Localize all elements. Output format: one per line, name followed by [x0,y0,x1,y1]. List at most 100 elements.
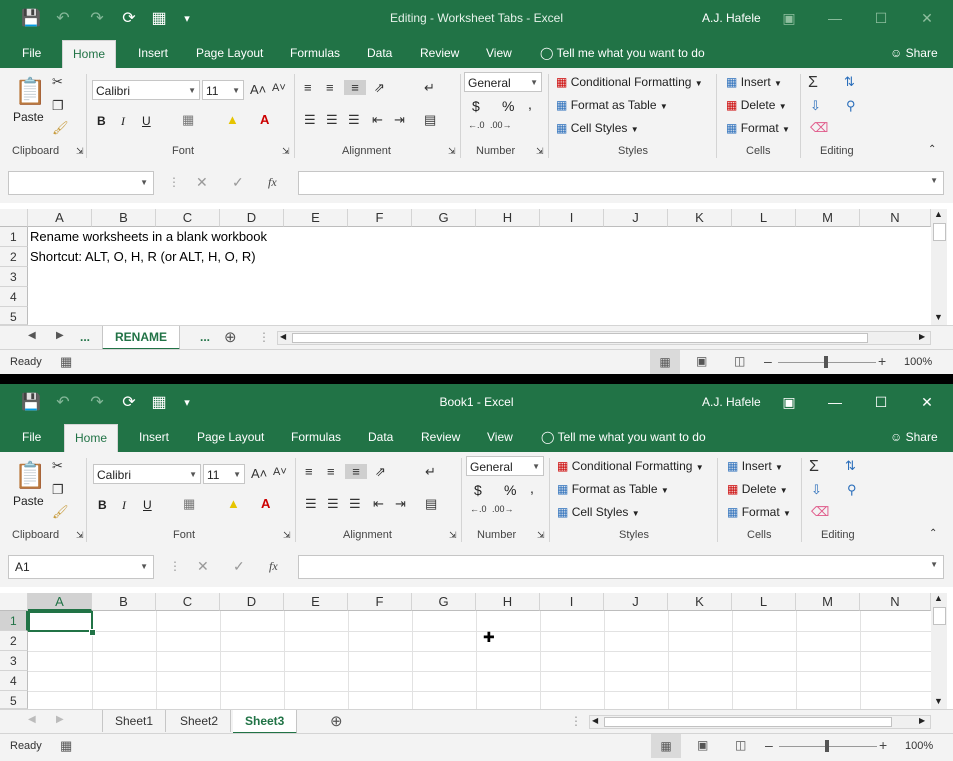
align-bottom-icon[interactable]: ≡ [344,80,366,95]
scroll-down-icon[interactable]: ▼ [934,312,943,322]
autosum-icon[interactable]: Σ [809,458,819,476]
column-header[interactable]: G [412,209,476,227]
tell-me-search[interactable]: ◯ Tell me what you want to do [530,38,715,68]
zoom-out-button[interactable]: – [765,737,773,753]
row-header[interactable]: 3 [0,651,28,671]
font-size-select[interactable]: 11 ▼ [202,80,244,100]
row-header[interactable]: 4 [0,671,28,691]
share-button[interactable]: ☺ Share [880,38,948,68]
tab-formulas[interactable]: Formulas [281,422,351,452]
font-name-select[interactable]: Calibri ▼ [93,464,201,484]
underline-button[interactable]: U [142,114,151,128]
borders-icon[interactable]: ▦ [182,112,194,128]
fill-color-icon[interactable]: ▲ [227,496,240,511]
font-size-select[interactable]: 11 ▼ [203,464,245,484]
formula-input[interactable]: ▼ [298,171,944,195]
autosum-icon[interactable]: Σ [808,74,818,92]
cut-icon[interactable]: ✂ [52,74,63,90]
copy-icon[interactable]: ❐ [52,98,64,114]
zoom-in-button[interactable]: + [878,353,886,369]
borders-icon[interactable]: ▦ [183,496,195,512]
maximize-icon[interactable]: ☐ [866,6,896,30]
insert-function-button[interactable]: fx [268,175,277,190]
wrap-text-icon[interactable]: ↵ [425,464,436,480]
close-icon[interactable]: ✕ [912,390,942,414]
page-break-view-icon[interactable]: ◫ [734,354,745,368]
column-header[interactable]: N [860,593,931,611]
format-as-table-button[interactable]: ▦ Format as Table ▼ [557,482,669,496]
vertical-scrollbar[interactable]: ▲ ▼ [931,209,947,325]
scroll-thumb[interactable] [292,333,868,343]
collapse-ribbon-icon[interactable]: ⌃ [929,528,937,539]
formula-input[interactable]: ▼ [298,555,944,579]
align-center-icon[interactable]: ☰ [327,496,339,512]
scroll-up-icon[interactable]: ▲ [934,209,943,219]
tab-review[interactable]: Review [410,38,469,68]
scroll-up-icon[interactable]: ▲ [934,593,943,603]
dialog-launcher-icon[interactable]: ⇲ [449,530,457,541]
zoom-level[interactable]: 100% [905,740,933,752]
normal-view-icon[interactable]: ▦ [650,350,680,374]
decrease-font-icon[interactable]: A˅ [273,466,287,478]
underline-button[interactable]: U [143,498,152,512]
column-header[interactable]: A [28,209,92,227]
cell-styles-button[interactable]: ▦ Cell Styles ▼ [557,505,640,519]
tab-file[interactable]: File [12,38,51,68]
ribbon-display-icon[interactable]: ▣ [774,6,804,30]
column-header[interactable]: A [28,593,92,611]
sheet-tab-rename[interactable]: RENAME [102,326,181,350]
paste-button[interactable]: Paste [13,110,44,124]
tab-file[interactable]: File [12,422,51,452]
share-button[interactable]: ☺ Share [880,422,948,452]
increase-indent-icon[interactable]: ⇥ [395,496,406,512]
comma-button[interactable]: , [528,96,532,112]
fill-color-icon[interactable]: ▲ [226,112,239,127]
cancel-entry-icon[interactable]: ✕ [196,174,208,191]
tab-formulas[interactable]: Formulas [280,38,350,68]
column-header[interactable]: E [284,209,348,227]
tab-insert[interactable]: Insert [129,422,179,452]
decrease-indent-icon[interactable]: ⇤ [372,112,383,128]
scroll-thumb[interactable] [933,223,946,241]
row-header[interactable]: 5 [0,307,28,325]
maximize-icon[interactable]: ☐ [866,390,896,414]
row-header[interactable]: 1 [0,611,28,631]
decrease-decimal-icon[interactable]: .00→ [492,504,514,514]
align-top-icon[interactable]: ≡ [304,80,312,95]
decrease-font-icon[interactable]: A˅ [272,82,286,94]
percent-button[interactable]: % [502,98,514,114]
fill-icon[interactable]: ⇩ [810,98,821,114]
column-header[interactable]: G [412,593,476,611]
fill-icon[interactable]: ⇩ [811,482,822,498]
clear-icon[interactable]: ⌫ [811,504,829,520]
insert-cells-button[interactable]: ▦ Insert ▼ [727,459,783,473]
active-cell-a1[interactable] [28,611,93,632]
align-right-icon[interactable]: ☰ [349,496,361,512]
bold-button[interactable]: B [97,114,106,128]
paste-icon[interactable]: 📋 [14,460,46,491]
macro-record-icon[interactable]: ▦ [60,738,72,754]
zoom-slider-thumb[interactable] [825,740,829,752]
row-header[interactable]: 5 [0,691,28,709]
row-header[interactable]: 4 [0,287,28,307]
paste-button[interactable]: Paste [13,494,44,508]
sheet-tab-sheet2[interactable]: Sheet2 [168,710,232,732]
bold-button[interactable]: B [98,498,107,512]
column-header[interactable]: C [156,593,220,611]
decrease-indent-icon[interactable]: ⇤ [373,496,384,512]
column-header[interactable]: N [860,209,931,227]
column-header[interactable]: K [668,593,732,611]
column-header[interactable]: D [220,593,284,611]
sheet-tab-more-right[interactable]: ... [188,326,222,348]
column-header[interactable]: H [476,209,540,227]
dialog-launcher-icon[interactable]: ⇲ [537,530,545,541]
align-middle-icon[interactable]: ≡ [327,464,335,479]
scroll-right-icon[interactable]: ▶ [919,332,925,341]
orientation-icon[interactable]: ⇗ [375,464,386,480]
align-right-icon[interactable]: ☰ [348,112,360,128]
column-header[interactable]: C [156,209,220,227]
tab-split-grip-icon[interactable]: ⋮ [570,714,582,728]
scroll-right-icon[interactable]: ▶ [919,716,925,725]
increase-font-icon[interactable]: A˄ [250,82,266,97]
cell-styles-button[interactable]: ▦ Cell Styles ▼ [556,121,639,135]
